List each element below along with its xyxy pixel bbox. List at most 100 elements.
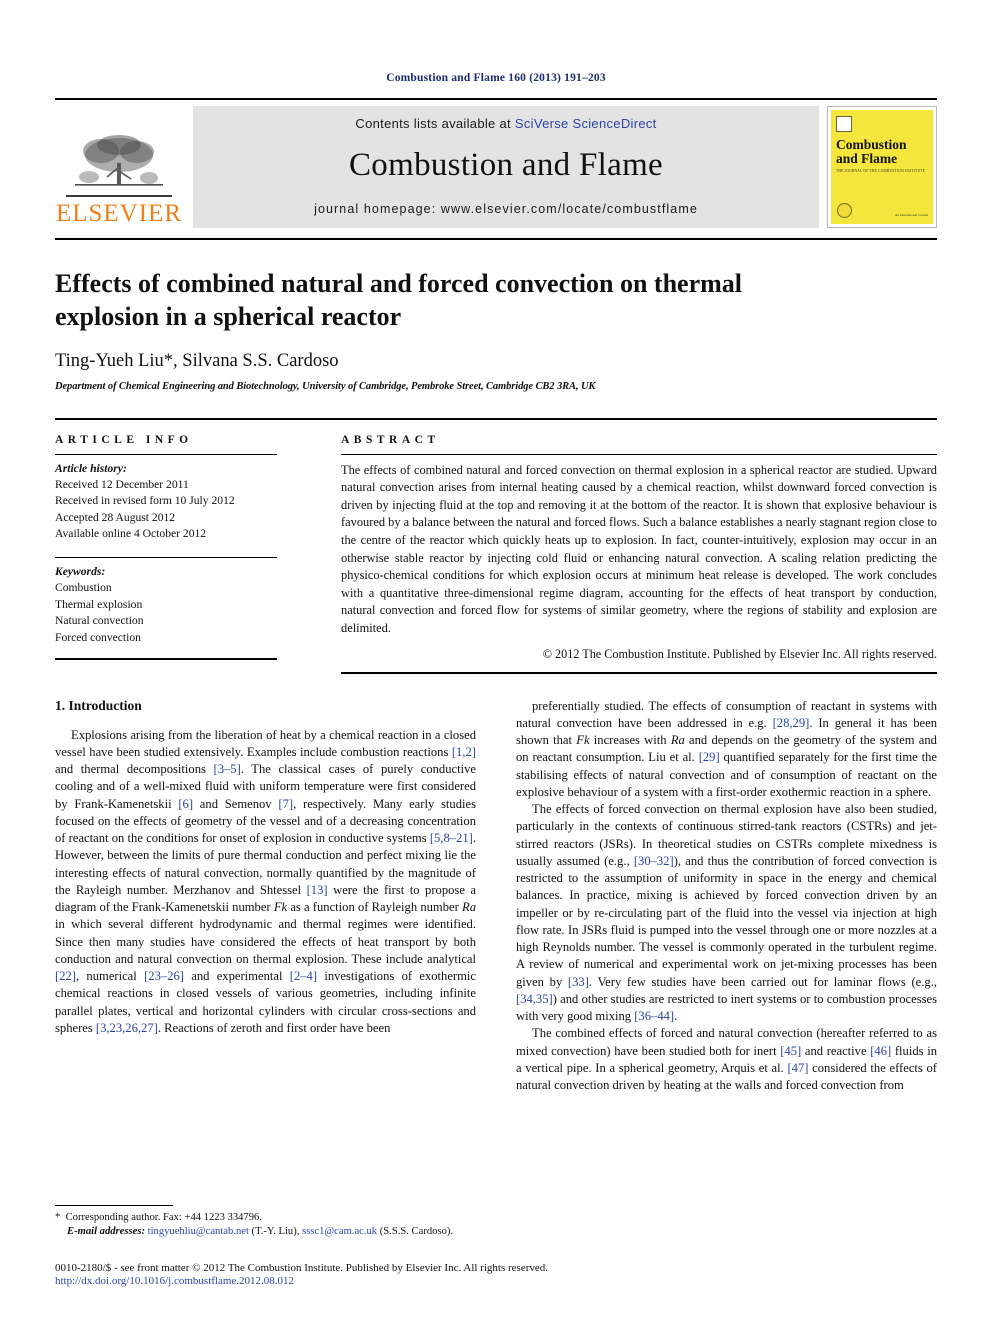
abstract-copyright: © 2012 The Combustion Institute. Publish… <box>542 646 937 661</box>
citation-link[interactable]: [28,29] <box>773 716 810 730</box>
cover-art: Combustion and Flame THE JOURNAL OF THE … <box>831 110 933 224</box>
body-column-left: 1. Introduction Explosions arising from … <box>55 698 476 1095</box>
citation-link[interactable]: [1,2] <box>452 745 476 759</box>
history-item: Accepted 28 August 2012 <box>55 510 176 524</box>
citation-link[interactable]: [22] <box>55 969 76 983</box>
article-info-column: ARTICLE INFO Article history: Received 1… <box>55 434 293 674</box>
text-run: and Semenov <box>193 796 279 811</box>
email-owner-2: (S.S.S. Cardoso). <box>377 1226 454 1238</box>
body-column-right: preferentially studied. The effects of c… <box>516 698 937 1095</box>
citation-link[interactable]: [36–44] <box>634 1009 674 1023</box>
text-run: ), and thus the contribution of forced c… <box>516 853 937 989</box>
sciencedirect-link[interactable]: SciVerse ScienceDirect <box>515 116 657 131</box>
email-owner-1: (T.-Y. Liu), <box>248 1226 303 1238</box>
article-history-block: Article history: Received 12 December 20… <box>55 455 277 543</box>
journal-masthead: ELSEVIER Contents lists available at Sci… <box>55 98 937 228</box>
citation-link[interactable]: [6] <box>178 797 193 811</box>
math-symbol-fk: Fk <box>273 900 288 915</box>
corresponding-author-text: Corresponding author. Fax: +44 1223 3347… <box>65 1211 262 1223</box>
elsevier-divider <box>66 195 172 197</box>
journal-cover-thumbnail[interactable]: Combustion and Flame THE JOURNAL OF THE … <box>827 106 937 228</box>
text-run: , numerical <box>75 969 145 984</box>
text-run: and experimental <box>183 969 290 984</box>
article-title: Effects of combined natural and forced c… <box>55 269 743 331</box>
citation-link[interactable]: [29] <box>699 750 720 764</box>
text-run: increases with <box>589 733 671 748</box>
citation-link[interactable]: [7] <box>278 797 293 811</box>
citation-link[interactable]: [30–32] <box>634 854 674 868</box>
contents-list-line: Contents lists available at SciVerse Sci… <box>355 116 656 131</box>
history-item: Available online 4 October 2012 <box>55 527 207 541</box>
paragraph-right-2: The effects of forced convection on ther… <box>516 801 937 1025</box>
article-history-label: Article history: <box>55 461 127 475</box>
cover-footer-text: An International Journal <box>894 212 928 217</box>
citation-link[interactable]: [46] <box>870 1044 891 1058</box>
citation-link[interactable]: [23–26] <box>144 969 184 983</box>
math-symbol-ra: Ra <box>670 733 685 748</box>
text-run: . Reactions of zeroth and first order ha… <box>157 1020 391 1035</box>
masthead-bottom-rule <box>55 238 937 240</box>
paragraph-right-3: The combined effects of forced and natur… <box>516 1025 937 1094</box>
email-link-1[interactable]: tingyuehliu@cantab.net <box>148 1226 249 1237</box>
doi-link[interactable]: http://dx.doi.org/10.1016/j.combustflame… <box>55 1275 475 1287</box>
keywords-label: Keywords: <box>55 564 106 578</box>
abstract-column: ABSTRACT The effects of combined natural… <box>293 434 937 674</box>
email-label: E-mail addresses: <box>67 1226 145 1238</box>
info-abstract-row: ARTICLE INFO Article history: Received 1… <box>55 417 937 674</box>
keywords-block: Keywords: Combustion Thermal explosion N… <box>55 558 277 646</box>
affiliation: Department of Chemical Engineering and B… <box>55 380 596 392</box>
text-run: Explosions arising from the liberation o… <box>55 727 476 759</box>
keyword-item: Combustion <box>55 581 112 595</box>
citation-link[interactable]: [5,8–21] <box>430 831 473 845</box>
email-link-2[interactable]: sssc1@cam.ac.uk <box>302 1226 377 1237</box>
cover-seal-icon <box>837 203 852 218</box>
article-info-bottom-rule <box>55 658 277 661</box>
citation-link[interactable]: [3–5] <box>214 762 241 776</box>
citation-link[interactable]: [13] <box>307 883 328 897</box>
text-run: and reactive <box>801 1043 871 1058</box>
citation-link[interactable]: [45] <box>780 1044 801 1058</box>
running-head: Combustion and Flame 160 (2013) 191–203 <box>386 72 606 84</box>
email-note: E-mail addresses: tingyuehliu@cantab.net… <box>55 1225 475 1240</box>
history-item: Received 12 December 2011 <box>55 477 189 491</box>
citation-link[interactable]: [34,35] <box>516 992 553 1006</box>
contents-prefix: Contents lists available at <box>355 116 515 131</box>
keyword-item: Forced convection <box>55 630 141 644</box>
citation-link[interactable]: [33] <box>568 975 589 989</box>
cover-publisher-icon <box>836 116 852 132</box>
asterisk-marker: * <box>55 1211 66 1223</box>
section-heading-introduction: 1. Introduction <box>55 697 142 713</box>
citation-link[interactable]: [3,23,26,27] <box>96 1021 158 1035</box>
elsevier-tree-icon <box>75 135 163 186</box>
text-run: ) and other studies are restricted to in… <box>516 991 937 1024</box>
corresponding-author-note: * Corresponding author. Fax: +44 1223 33… <box>55 1211 475 1226</box>
journal-homepage[interactable]: journal homepage: www.elsevier.com/locat… <box>314 202 698 216</box>
history-item: Received in revised form 10 July 2012 <box>55 494 235 508</box>
text-run: in which several different hydrodynamic … <box>55 917 476 966</box>
text-run: . Very few studies have been carried out… <box>588 974 937 989</box>
citation-link[interactable]: [2–4] <box>290 969 317 983</box>
body-columns: 1. Introduction Explosions arising from … <box>55 698 937 1095</box>
cover-title-line2: and Flame <box>836 151 898 167</box>
text-run: as a function of Rayleigh number <box>287 900 462 915</box>
text-run: and thermal decompositions <box>55 762 214 777</box>
article-page: Combustion and Flame 160 (2013) 191–203 … <box>0 0 992 1323</box>
author-list: Ting-Yueh Liu*, Silvana S.S. Cardoso <box>55 350 339 371</box>
abstract-text: The effects of combined natural and forc… <box>341 462 937 635</box>
keyword-item: Natural convection <box>55 614 144 628</box>
abstract-heading: ABSTRACT <box>341 433 440 446</box>
cover-title-line1: Combustion <box>836 137 907 152</box>
paragraph-intro-left: Explosions arising from the liberation o… <box>55 727 476 1038</box>
math-symbol-fk: Fk <box>576 733 590 748</box>
journal-title: Combustion and Flame <box>349 147 663 183</box>
imprint-line: 0010-2180/$ - see front matter © 2012 Th… <box>55 1262 548 1274</box>
abstract-bottom-rule <box>341 671 937 674</box>
text-run: . <box>674 1009 678 1024</box>
elsevier-logo: ELSEVIER <box>55 106 183 228</box>
keyword-item: Thermal explosion <box>55 597 143 611</box>
citation-link[interactable]: [47] <box>787 1061 808 1075</box>
article-info-heading: ARTICLE INFO <box>55 433 193 446</box>
page-footer: * Corresponding author. Fax: +44 1223 33… <box>55 1204 548 1287</box>
cover-subtitle: THE JOURNAL OF THE COMBUSTION INSTITUTE <box>836 169 926 174</box>
